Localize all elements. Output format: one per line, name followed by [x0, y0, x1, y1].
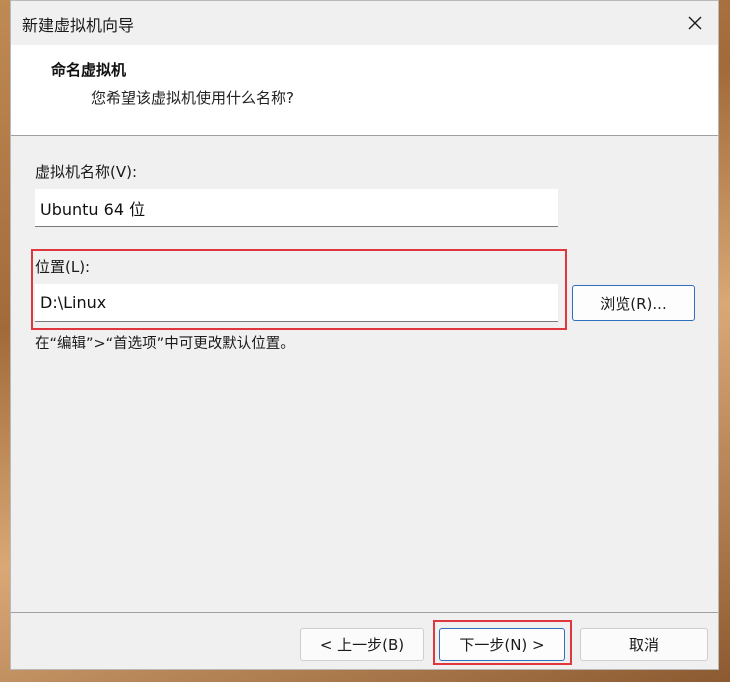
page-title: 命名虚拟机	[51, 61, 127, 79]
vm-name-label: 虚拟机名称(V):	[35, 163, 138, 181]
browse-button[interactable]: 浏览(R)...	[572, 285, 695, 321]
page-subtitle: 您希望该虚拟机使用什么名称?	[91, 89, 294, 107]
footer-divider	[11, 612, 718, 613]
next-highlight-box	[433, 620, 572, 665]
close-icon	[688, 16, 702, 30]
wizard-header: 命名虚拟机 您希望该虚拟机使用什么名称?	[11, 45, 718, 136]
window-title: 新建虚拟机向导	[22, 16, 135, 35]
title-bar: 新建虚拟机向导	[11, 1, 718, 45]
new-vm-wizard-dialog: 新建虚拟机向导 命名虚拟机 您希望该虚拟机使用什么名称? 虚拟机名称(V): 位…	[10, 0, 719, 670]
location-highlight-box	[31, 249, 567, 330]
back-button[interactable]: < 上一步(B)	[300, 628, 424, 661]
vm-name-input[interactable]	[35, 189, 558, 227]
close-button[interactable]	[672, 1, 718, 45]
cancel-button[interactable]: 取消	[580, 628, 708, 661]
default-location-hint: 在“编辑”>“首选项”中可更改默认位置。	[35, 336, 295, 352]
